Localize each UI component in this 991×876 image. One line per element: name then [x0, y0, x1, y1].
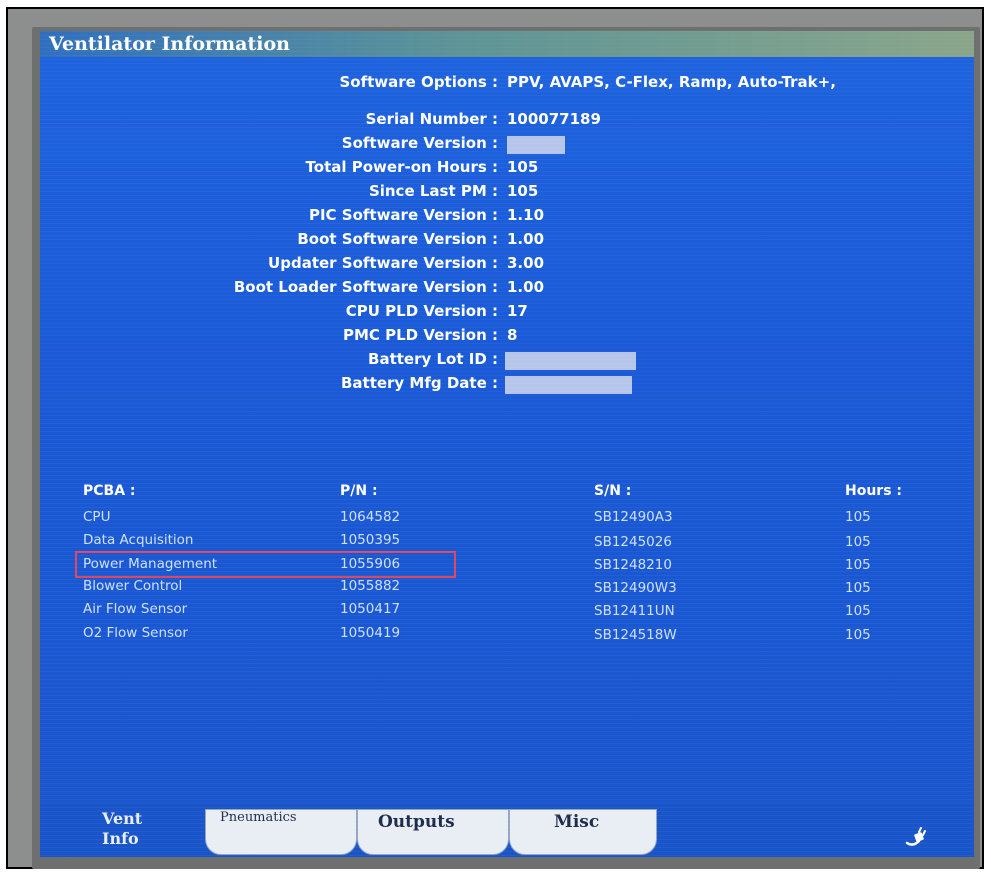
- info-label: CPU PLD Version :: [345, 302, 498, 320]
- info-label: Boot Loader Software Version :: [233, 278, 498, 296]
- info-value: 100077189: [507, 110, 601, 128]
- software-options-value: PPV, AVAPS, C-Flex, Ramp, Auto-Trak+,: [507, 73, 836, 91]
- info-value: 17: [507, 302, 528, 320]
- pcba-part-number: 1050419: [340, 625, 401, 641]
- redacted-value: [505, 352, 636, 370]
- pcba-serial-number: SB12411UN: [594, 603, 675, 619]
- pcba-hours: 105: [845, 557, 871, 573]
- software-options-row: Software Options : PPV, AVAPS, C-Flex, R…: [40, 73, 835, 95]
- info-value: 3.00: [507, 254, 545, 272]
- software-options-label: Software Options :: [339, 73, 498, 91]
- pcba-serial-number: SB1245026: [594, 534, 672, 550]
- info-row-serial-number: Serial Number : 100077189: [40, 110, 601, 132]
- pcba-name: O2 Flow Sensor: [83, 625, 188, 641]
- info-label: PMC PLD Version :: [342, 326, 498, 344]
- pcba-name: CPU: [83, 509, 111, 525]
- pcba-part-number: 1050395: [340, 532, 401, 548]
- info-label: PIC Software Version :: [308, 206, 498, 224]
- ventilator-screen: Ventilator Information Software Options …: [40, 31, 974, 857]
- tab-misc-label: Misc: [554, 812, 600, 832]
- pcba-serial-number: SB124518W: [594, 627, 677, 643]
- pcba-name: Data Acquisition: [83, 532, 194, 548]
- info-label: Since Last PM :: [368, 182, 498, 200]
- sn-column-header: S/N :: [594, 483, 632, 499]
- info-label: Updater Software Version :: [268, 254, 498, 272]
- pcba-column-header: PCBA :: [83, 483, 136, 499]
- info-row-software-version: Software Version :: [40, 134, 565, 156]
- pcba-hours: 105: [845, 627, 871, 643]
- pcba-name: Air Flow Sensor: [83, 601, 188, 617]
- info-label: Total Power-on Hours :: [305, 158, 498, 176]
- pcba-serial-number: SB12490W3: [594, 580, 677, 596]
- pcba-hours: 105: [845, 534, 871, 550]
- info-row-cpu-pld-version: CPU PLD Version : 17: [40, 302, 528, 324]
- info-row-pic-software-version: PIC Software Version : 1.10: [40, 206, 544, 228]
- info-value: 1.10: [507, 206, 545, 224]
- info-row-since-last-pm: Since Last PM : 105: [40, 182, 538, 204]
- info-value: 105: [507, 182, 539, 200]
- tab-outputs-label: Outputs: [378, 812, 455, 832]
- pcba-part-number: 1064582: [340, 509, 401, 525]
- tab-misc[interactable]: Misc: [509, 809, 657, 855]
- info-row-total-power-on-hours: Total Power-on Hours : 105: [40, 158, 539, 180]
- info-row-battery-lot-id: Battery Lot ID :: [40, 350, 636, 372]
- tab-vent-info-label-line1: Vent: [102, 809, 143, 828]
- page-title: Ventilator Information: [49, 33, 290, 55]
- info-value: 105: [507, 158, 539, 176]
- redacted-value: [505, 376, 632, 394]
- power-plug-icon: [905, 827, 926, 846]
- tab-vent-info-label-line2: Info: [102, 829, 139, 848]
- pcba-hours: 105: [845, 580, 871, 596]
- info-row-battery-mfg-date: Battery Mfg Date :: [40, 374, 632, 396]
- pcba-serial-number: SB1248210: [594, 557, 672, 573]
- tab-outputs[interactable]: Outputs: [357, 809, 509, 855]
- info-label: Battery Mfg Date :: [340, 374, 498, 392]
- info-value: 1.00: [507, 278, 545, 296]
- tab-pneumatics[interactable]: Pneumatics: [205, 809, 357, 855]
- pcba-hours: 105: [845, 603, 871, 619]
- pcba-part-number: 1055882: [340, 578, 401, 594]
- hours-column-header: Hours :: [845, 483, 903, 499]
- title-bar: Ventilator Information: [40, 31, 974, 57]
- pn-column-header: P/N :: [340, 483, 378, 499]
- info-row-updater-software-version: Updater Software Version : 3.00: [40, 254, 544, 276]
- highlight-annotation-box: [75, 551, 456, 578]
- pcba-hours: 105: [845, 509, 871, 525]
- tab-vent-info[interactable]: Vent Info: [55, 805, 205, 857]
- info-label: Battery Lot ID :: [368, 350, 498, 368]
- info-label: Serial Number :: [365, 110, 498, 128]
- info-value: 8: [507, 326, 518, 344]
- info-label: Software Version :: [341, 134, 498, 152]
- info-row-boot-loader-software-version: Boot Loader Software Version : 1.00: [40, 278, 544, 300]
- tab-pneumatics-label: Pneumatics: [220, 810, 297, 825]
- info-row-boot-software-version: Boot Software Version : 1.00: [40, 230, 544, 252]
- redacted-value: [507, 136, 565, 154]
- info-label: Boot Software Version :: [297, 230, 498, 248]
- pcba-name: Blower Control: [83, 578, 183, 594]
- pcba-part-number: 1050417: [340, 601, 401, 617]
- pcba-serial-number: SB12490A3: [594, 509, 673, 525]
- info-value: 1.00: [507, 230, 545, 248]
- info-row-pmc-pld-version: PMC PLD Version : 8: [40, 326, 517, 348]
